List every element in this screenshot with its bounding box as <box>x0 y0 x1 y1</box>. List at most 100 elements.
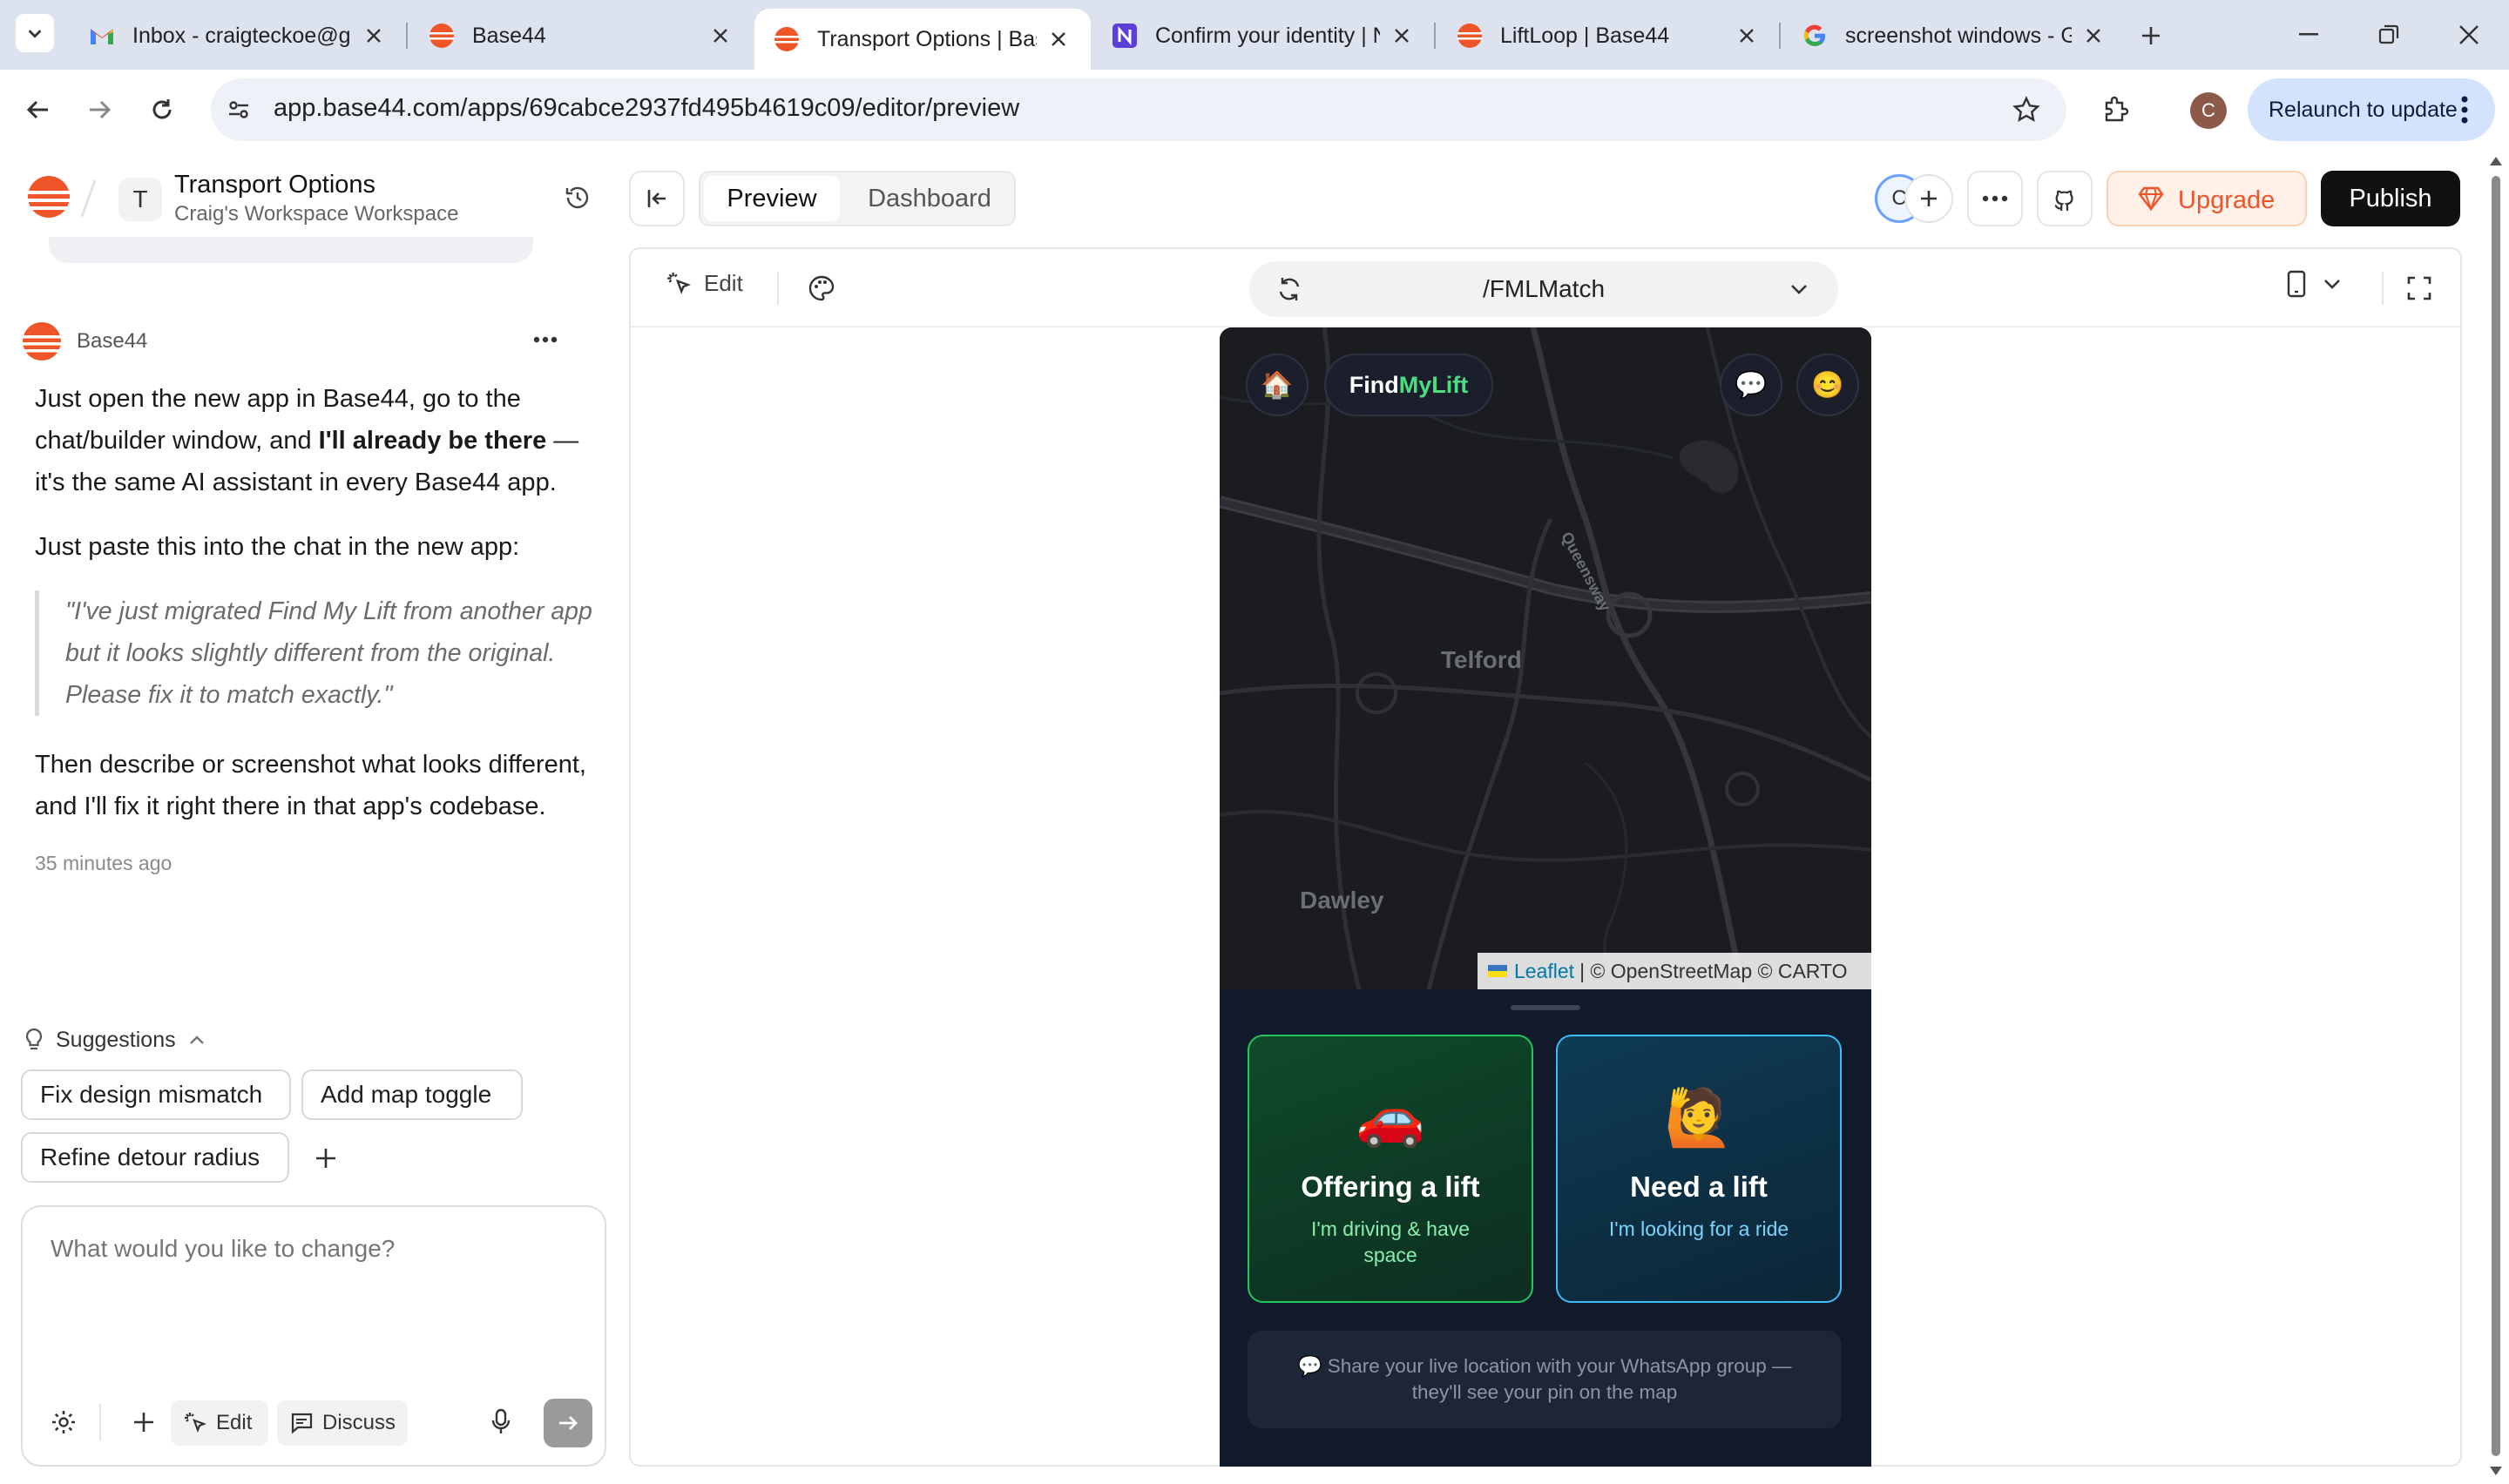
minimize-window-button[interactable] <box>2282 12 2335 57</box>
close-icon[interactable] <box>2080 23 2107 49</box>
more-horizontal-icon <box>1982 195 2008 202</box>
publish-button[interactable]: Publish <box>2321 171 2460 226</box>
view-tabs: Preview Dashboard <box>699 171 1016 226</box>
new-tab-button[interactable] <box>2131 16 2171 56</box>
close-window-button[interactable] <box>2443 12 2495 57</box>
visual-edit-button[interactable]: Edit <box>666 270 743 297</box>
publish-label: Publish <box>2349 184 2432 212</box>
history-button[interactable] <box>558 178 598 218</box>
plus-icon <box>2142 27 2160 44</box>
profile-button[interactable]: 😊 <box>1796 354 1859 416</box>
speech-bubble-icon: 💬 <box>1735 370 1768 400</box>
extensions-button[interactable] <box>2094 89 2136 131</box>
previous-message-bubble <box>49 237 533 263</box>
more-suggestions-button[interactable] <box>307 1139 345 1177</box>
route-selector[interactable]: /FMLMatch <box>1249 261 1838 317</box>
ukraine-flag-icon <box>1488 965 1507 977</box>
browser-tab-gmail[interactable]: Inbox - craigteckoe@gm <box>70 9 406 63</box>
message-quote: "I've just migrated Find My Lift from an… <box>35 590 592 716</box>
send-button[interactable] <box>544 1399 592 1447</box>
message-options-button[interactable] <box>533 336 558 343</box>
suggestion-chip[interactable]: Refine detour radius <box>21 1132 289 1183</box>
base44-logo[interactable] <box>26 174 71 219</box>
browser-tab-notion[interactable]: Confirm your identity | N <box>1092 9 1434 63</box>
tab-preview[interactable]: Preview <box>704 176 840 221</box>
github-button[interactable] <box>2037 171 2093 226</box>
profile-avatar[interactable]: C <box>2190 92 2227 129</box>
need-lift-subtitle: I'm looking for a ride <box>1608 1218 1789 1240</box>
bookmark-star-button[interactable] <box>2007 91 2046 129</box>
offering-lift-card[interactable]: 🚗 Offering a lift I'm driving & have spa… <box>1248 1035 1533 1303</box>
close-icon[interactable] <box>1045 26 1072 52</box>
edit-mode-label: Edit <box>216 1411 253 1434</box>
relaunch-to-update-button[interactable]: Relaunch to update <box>2248 78 2495 141</box>
microphone-button[interactable] <box>483 1404 519 1440</box>
more-options-button[interactable] <box>1967 171 2023 226</box>
collapse-sidebar-button[interactable] <box>629 171 685 226</box>
suggestions-toggle[interactable]: Suggestions <box>24 1022 206 1057</box>
share-location-text: 💬 Share your live location with your Wha… <box>1297 1355 1792 1403</box>
need-lift-title: Need a lift <box>1630 1170 1768 1203</box>
base44-icon <box>429 23 455 49</box>
suggestion-chip[interactable]: Add map toggle <box>301 1069 523 1120</box>
theme-button[interactable] <box>801 268 842 308</box>
home-button[interactable]: 🏠 <box>1246 354 1309 416</box>
chat-button[interactable]: 💬 <box>1720 354 1782 416</box>
tab-label: screenshot windows - G <box>1845 23 2072 48</box>
browser-tab-google[interactable]: screenshot windows - G <box>1782 9 2126 63</box>
palette-icon <box>808 275 835 301</box>
toolbar-divider <box>777 272 779 305</box>
close-icon[interactable] <box>1734 23 1760 49</box>
page-scrollbar[interactable] <box>2483 150 2509 1484</box>
site-info-icon[interactable] <box>221 92 256 127</box>
close-icon[interactable] <box>361 23 387 49</box>
invite-collaborator-button[interactable] <box>1904 174 1953 223</box>
project-title[interactable]: Transport Options <box>174 171 375 199</box>
sparkle-cursor-icon <box>667 272 692 294</box>
reload-button[interactable] <box>141 89 183 131</box>
attach-button[interactable] <box>125 1404 162 1440</box>
browser-tab-liftloop[interactable]: LiftLoop | Base44 <box>1437 9 1779 63</box>
smartphone-icon <box>2287 270 2306 298</box>
sheet-drag-handle[interactable] <box>1511 1005 1580 1010</box>
upgrade-button[interactable]: Upgrade <box>2107 171 2307 226</box>
star-icon <box>2012 96 2040 122</box>
brand-pill: Find MyLift <box>1324 354 1493 416</box>
device-toggle[interactable] <box>2286 270 2342 298</box>
leaflet-link[interactable]: Leaflet <box>1514 960 1574 983</box>
map-view[interactable]: 🏠 Find MyLift 💬 😊 Telford Dawley Queenswa… <box>1220 327 1871 989</box>
restore-window-button[interactable] <box>2363 12 2415 57</box>
forward-button[interactable] <box>78 89 120 131</box>
assistant-avatar <box>21 320 63 362</box>
need-lift-card[interactable]: 🙋 Need a lift I'm looking for a ride <box>1556 1035 1842 1303</box>
history-icon <box>565 186 589 209</box>
github-icon <box>2054 190 2073 211</box>
composer-input[interactable] <box>49 1233 575 1324</box>
suggestion-chip[interactable]: Fix design mismatch <box>21 1069 291 1120</box>
message-sender: Base44 <box>77 329 148 353</box>
tab-search-button[interactable] <box>16 14 54 52</box>
browser-tab-transport-options[interactable]: Transport Options | Base <box>754 9 1091 70</box>
chat-composer[interactable]: Edit Discuss <box>21 1205 606 1467</box>
minimize-icon <box>2299 33 2318 36</box>
share-location-banner[interactable]: 💬 Share your live location with your Wha… <box>1248 1331 1842 1428</box>
tab-dashboard[interactable]: Dashboard <box>849 176 1011 221</box>
workspace-name: Craig's Workspace Workspace <box>174 202 459 226</box>
lightbulb-icon <box>25 1028 43 1050</box>
url-text[interactable]: app.base44.com/apps/69cabce2937fd495b461… <box>274 94 1019 123</box>
restore-icon <box>2378 24 2399 44</box>
discuss-mode-button[interactable]: Discuss <box>277 1400 408 1446</box>
back-button[interactable] <box>17 89 59 131</box>
settings-button[interactable] <box>45 1404 82 1440</box>
base44-icon <box>1457 23 1483 49</box>
close-icon[interactable] <box>707 23 734 49</box>
fullscreen-button[interactable] <box>2399 268 2439 308</box>
more-vertical-icon[interactable] <box>2460 94 2469 125</box>
chevron-down-icon <box>1789 282 1809 296</box>
gear-icon <box>52 1411 75 1433</box>
close-icon[interactable] <box>1389 23 1415 49</box>
browser-tab-base44[interactable]: Base44 <box>409 9 753 63</box>
map-attribution: Leaflet | © OpenStreetMap © CARTO <box>1478 953 1871 989</box>
tab-label: Transport Options | Base <box>817 26 1037 51</box>
edit-mode-button[interactable]: Edit <box>171 1400 268 1446</box>
